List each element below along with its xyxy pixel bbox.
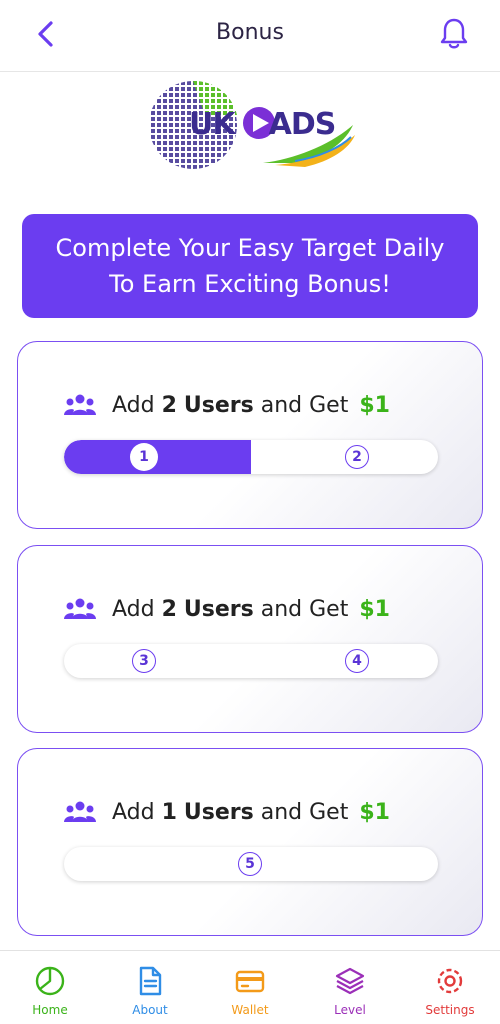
page-title: Bonus <box>216 20 284 45</box>
card-goal-text: Add 2 Users and Get $1 <box>112 392 390 418</box>
milestone-marker: 2 <box>345 445 369 469</box>
progress-fill <box>64 440 251 474</box>
document-icon <box>139 966 162 996</box>
bonus-card-1: Add 2 Users and Get $1 1 2 <box>17 341 483 529</box>
bottom-navigation: Home About Wallet Level Settings <box>0 950 500 1024</box>
nav-label-level: Level <box>334 1003 366 1017</box>
nav-label-wallet: Wallet <box>231 1003 269 1017</box>
layers-icon <box>335 967 365 995</box>
pie-chart-icon <box>35 966 65 996</box>
card-heading: Add 1 Users and Get $1 <box>64 795 390 829</box>
nav-home[interactable]: Home <box>0 951 100 1024</box>
reward-amount: $1 <box>359 799 390 825</box>
card-heading: Add 2 Users and Get $1 <box>64 388 390 422</box>
reward-amount: $1 <box>359 596 390 622</box>
nav-wallet[interactable]: Wallet <box>200 951 300 1024</box>
milestone-marker: 1 <box>132 445 156 469</box>
card-goal-text: Add 1 Users and Get $1 <box>112 799 390 825</box>
milestone-marker: 4 <box>345 649 369 673</box>
nav-label-home: Home <box>32 1003 68 1017</box>
milestone-marker: 5 <box>238 852 262 876</box>
nav-level[interactable]: Level <box>300 951 400 1024</box>
app-header: Bonus <box>0 0 500 72</box>
card-heading: Add 2 Users and Get $1 <box>64 592 390 626</box>
bonus-card-3: Add 1 Users and Get $1 5 <box>17 748 483 936</box>
users-group-icon <box>64 598 96 619</box>
users-group-icon <box>64 801 96 822</box>
reward-amount: $1 <box>359 392 390 418</box>
wallet-icon <box>235 970 265 993</box>
card-goal-text: Add 2 Users and Get $1 <box>112 596 390 622</box>
ukoads-logo: UK ADS <box>145 75 360 175</box>
logo-wordmark: UK ADS <box>189 107 336 142</box>
nav-label-about: About <box>132 1003 168 1017</box>
banner-line-1: Complete Your Easy Target Daily <box>55 234 445 262</box>
users-group-icon <box>64 394 96 415</box>
nav-about[interactable]: About <box>100 951 200 1024</box>
bonus-card-2: Add 2 Users and Get $1 3 4 <box>17 545 483 733</box>
nav-label-settings: Settings <box>425 1003 475 1017</box>
progress-track: 5 <box>64 847 438 881</box>
notifications-button[interactable] <box>436 15 472 53</box>
banner-line-2: To Earn Exciting Bonus! <box>109 270 391 298</box>
bell-icon <box>440 18 468 49</box>
nav-settings[interactable]: Settings <box>400 951 500 1024</box>
gear-icon <box>437 968 463 994</box>
progress-track: 1 2 <box>64 440 438 474</box>
milestone-marker: 3 <box>132 649 156 673</box>
bonus-banner: Complete Your Easy Target Daily To Earn … <box>22 214 478 318</box>
progress-track: 3 4 <box>64 644 438 678</box>
